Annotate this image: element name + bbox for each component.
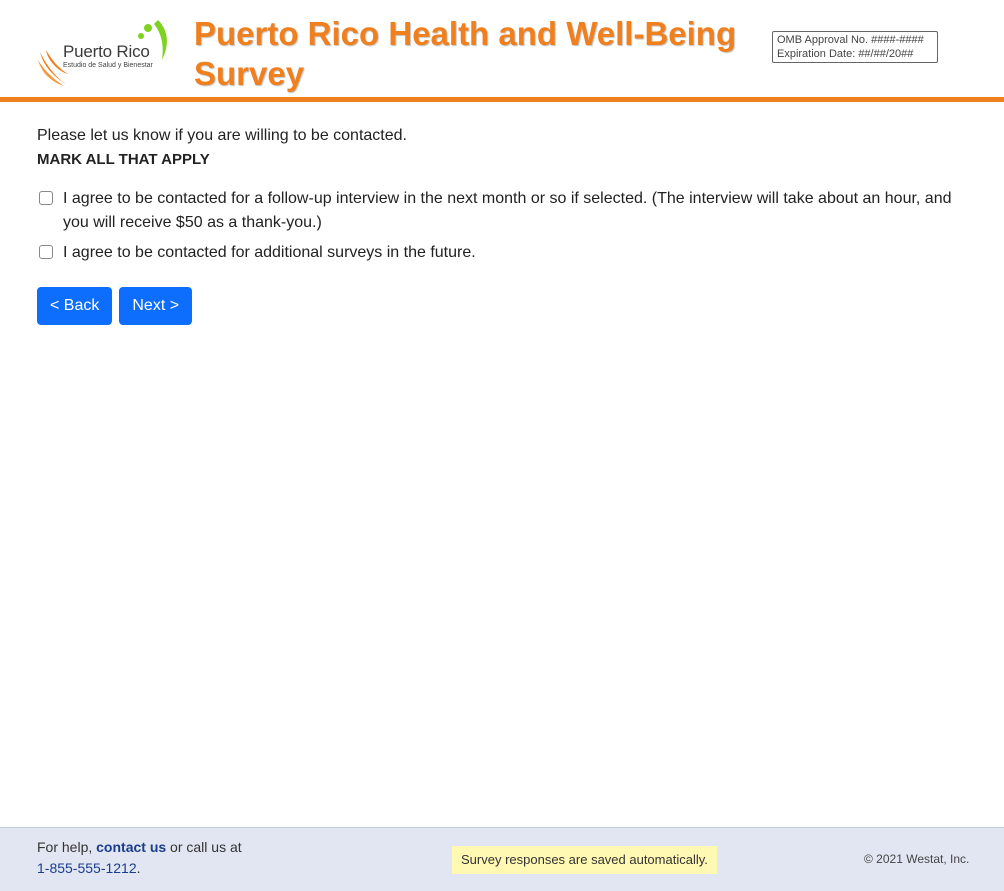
question-prompt: Please let us know if you are willing to… — [37, 127, 407, 144]
additional-surveys-checkbox[interactable] — [39, 245, 53, 259]
help-text: For help, contact us or call us at 1-855… — [37, 837, 242, 879]
question-instruction: MARK ALL THAT APPLY — [37, 151, 210, 168]
omb-box: OMB Approval No. ####-#### Expiration Da… — [772, 31, 938, 63]
autosave-notice: Survey responses are saved automatically… — [452, 846, 717, 874]
header-divider — [0, 97, 1004, 102]
option-label: I agree to be contacted for additional s… — [63, 244, 476, 261]
page-title: Puerto Rico Health and Well-Being Survey — [194, 15, 737, 92]
options-list: I agree to be contacted for a follow-up … — [37, 187, 957, 265]
navigation-buttons: < Back Next > — [37, 287, 199, 325]
question-area: Please let us know if you are willing to… — [37, 124, 957, 271]
option-additional-surveys[interactable]: I agree to be contacted for additional s… — [37, 241, 957, 265]
contact-us-link[interactable]: contact us — [96, 839, 166, 855]
option-follow-up-interview[interactable]: I agree to be contacted for a follow-up … — [37, 187, 957, 235]
copyright: © 2021 Westat, Inc. — [864, 852, 970, 866]
phone-number: 1-855-555-1212 — [37, 860, 137, 876]
site-footer: For help, contact us or call us at 1-855… — [0, 827, 1004, 891]
next-button[interactable]: Next > — [119, 287, 193, 325]
omb-expiration-date: Expiration Date: ##/##/20## — [777, 48, 914, 60]
help-prefix: For help, — [37, 839, 97, 855]
option-label: I agree to be contacted for a follow-up … — [63, 190, 952, 231]
site-header: Puerto Rico Estudio de Salud y Bienestar… — [0, 0, 1004, 98]
logo-name: Puerto Rico — [63, 42, 150, 61]
help-middle: or call us at — [166, 839, 242, 855]
follow-up-interview-checkbox[interactable] — [39, 191, 53, 205]
back-button[interactable]: < Back — [37, 287, 113, 325]
omb-approval-number: OMB Approval No. ####-#### — [777, 34, 924, 46]
puerto-rico-logo: Puerto Rico Estudio de Salud y Bienestar — [36, 16, 176, 88]
phone-suffix: . — [136, 860, 141, 876]
logo-tagline: Estudio de Salud y Bienestar — [63, 62, 153, 69]
